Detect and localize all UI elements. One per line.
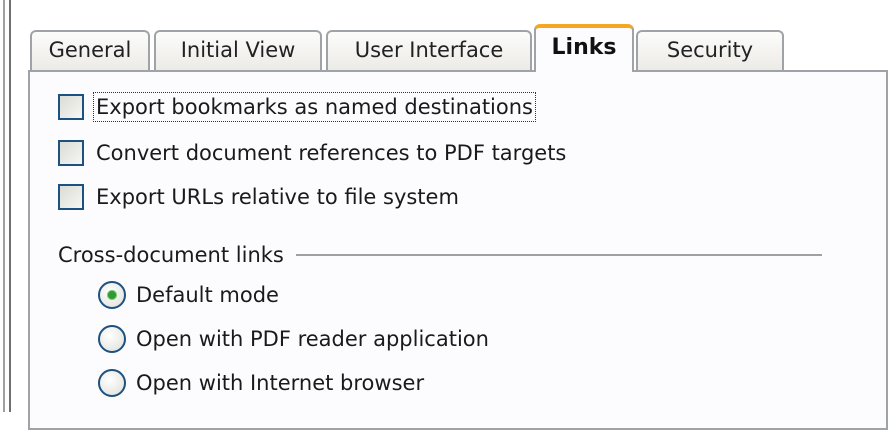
tab-links[interactable]: Links	[534, 24, 634, 72]
open-internet-browser-radio[interactable]	[98, 369, 126, 397]
export-urls-relative-label: Export URLs relative to file system	[96, 185, 459, 209]
pdf-options-dialog: General Initial View User Interface Link…	[18, 0, 892, 430]
export-bookmarks-option[interactable]: Export bookmarks as named destinations	[58, 91, 536, 123]
links-panel: Export bookmarks as named destinations C…	[28, 70, 888, 430]
group-separator	[295, 254, 822, 256]
tab-security[interactable]: Security	[636, 30, 784, 70]
export-bookmarks-checkbox[interactable]	[58, 94, 84, 120]
open-pdf-reader-option[interactable]: Open with PDF reader application	[98, 323, 489, 355]
cross-document-links-heading: Cross-document links	[58, 243, 284, 267]
default-mode-label: Default mode	[136, 283, 279, 307]
open-pdf-reader-radio[interactable]	[98, 325, 126, 353]
convert-references-checkbox[interactable]	[58, 140, 84, 166]
convert-references-option[interactable]: Convert document references to PDF targe…	[58, 137, 566, 169]
tab-user-interface[interactable]: User Interface	[326, 30, 532, 70]
default-mode-radio[interactable]	[98, 281, 126, 309]
tab-general-label: General	[48, 38, 132, 62]
cross-document-links-group: Cross-document links	[58, 240, 822, 270]
convert-references-label: Convert document references to PDF targe…	[96, 141, 567, 165]
export-urls-relative-checkbox[interactable]	[58, 184, 84, 210]
export-bookmarks-label: Export bookmarks as named destinations	[93, 92, 536, 122]
default-mode-option[interactable]: Default mode	[98, 279, 279, 311]
tab-initial-view-label: Initial View	[180, 38, 296, 62]
open-pdf-reader-label: Open with PDF reader application	[136, 327, 489, 351]
tab-links-label: Links	[551, 35, 617, 60]
window-border	[0, 0, 12, 412]
open-internet-browser-label: Open with Internet browser	[136, 371, 425, 395]
tab-initial-view[interactable]: Initial View	[154, 30, 322, 70]
open-internet-browser-option[interactable]: Open with Internet browser	[98, 367, 424, 399]
tab-user-interface-label: User Interface	[354, 38, 504, 62]
tab-strip: General Initial View User Interface Link…	[30, 24, 790, 72]
tab-security-label: Security	[666, 38, 754, 62]
export-urls-relative-option[interactable]: Export URLs relative to file system	[58, 181, 459, 213]
tab-general[interactable]: General	[30, 30, 150, 70]
